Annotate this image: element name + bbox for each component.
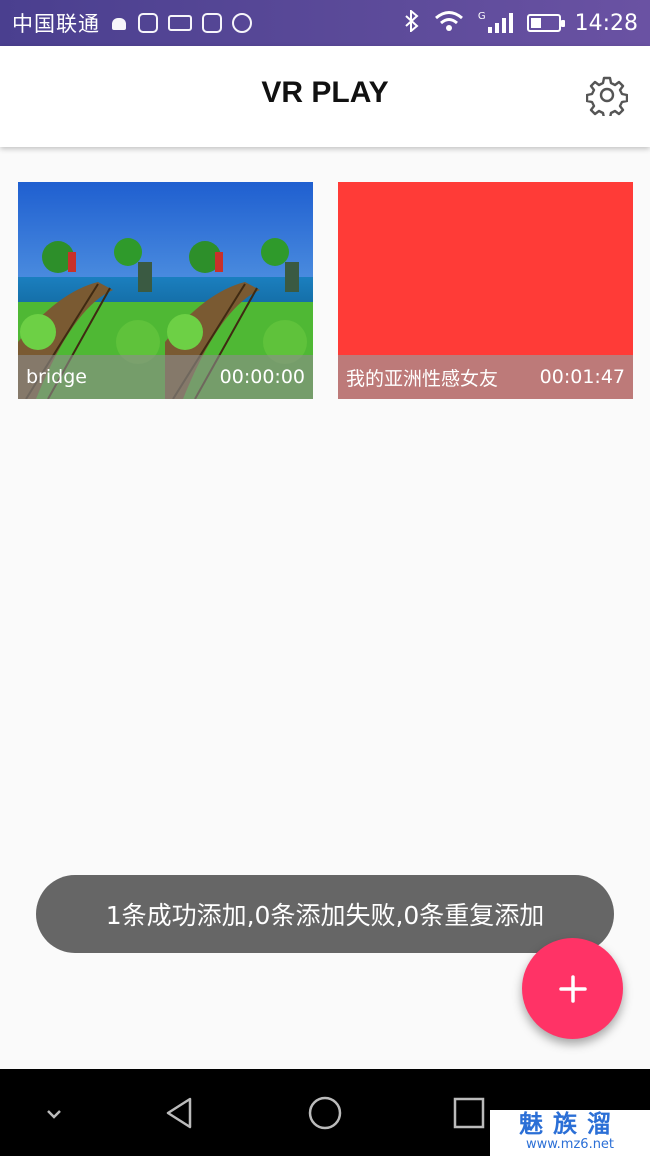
- video-title: bridge: [26, 366, 87, 388]
- watermark-title: 魅族溜: [519, 1110, 621, 1138]
- navigation-bar: 魅族溜 www.mz6.net: [0, 1069, 650, 1156]
- signal-icon: [487, 13, 513, 33]
- wifi-icon: [434, 10, 464, 36]
- watermark-url: www.mz6.net: [525, 1137, 615, 1152]
- video-duration: 00:00:00: [219, 366, 305, 388]
- video-caption: 我的亚洲性感女友 00:01:47: [338, 355, 633, 399]
- gear-icon: [585, 76, 629, 120]
- clock: 14:28: [574, 10, 638, 36]
- add-video-button[interactable]: [522, 938, 623, 1039]
- battery-icon: [526, 14, 565, 32]
- recents-square-icon: [453, 1097, 485, 1129]
- app-notification-icon: [138, 13, 158, 33]
- carrier-name: 中国联通: [12, 12, 100, 36]
- keyboard-icon: [168, 15, 192, 31]
- page-title: VR PLAY: [261, 76, 389, 109]
- toast-message: 1条成功添加,0条添加失败,0条重复添加: [36, 875, 614, 953]
- video-duration: 00:01:47: [539, 366, 625, 388]
- video-caption: bridge 00:00:00: [18, 355, 313, 399]
- video-card[interactable]: bridge 00:00:00: [18, 182, 313, 399]
- network-type-label: G: [477, 10, 486, 22]
- recents-button[interactable]: [447, 1091, 491, 1135]
- status-bar: 中国联通 G 14:28: [0, 0, 650, 46]
- app-notification-icon: [202, 13, 222, 33]
- home-button[interactable]: [303, 1091, 347, 1135]
- video-title: 我的亚洲性感女友: [346, 367, 499, 390]
- settings-button[interactable]: [585, 74, 629, 120]
- home-circle-icon: [308, 1096, 342, 1130]
- bluetooth-icon: [404, 8, 420, 37]
- back-button[interactable]: [158, 1091, 202, 1135]
- video-card[interactable]: 我的亚洲性感女友 00:01:47: [338, 182, 633, 399]
- android-icon: [110, 14, 128, 32]
- chevron-down-icon: [47, 1110, 61, 1119]
- app-notification-icon: [232, 13, 252, 33]
- app-bar: VR PLAY: [0, 46, 650, 147]
- plus-icon: [558, 974, 587, 1003]
- watermark: 魅族溜 www.mz6.net: [490, 1110, 650, 1156]
- back-triangle-icon: [166, 1097, 192, 1129]
- notification-icons: [110, 13, 252, 33]
- hide-nav-button[interactable]: [32, 1091, 76, 1135]
